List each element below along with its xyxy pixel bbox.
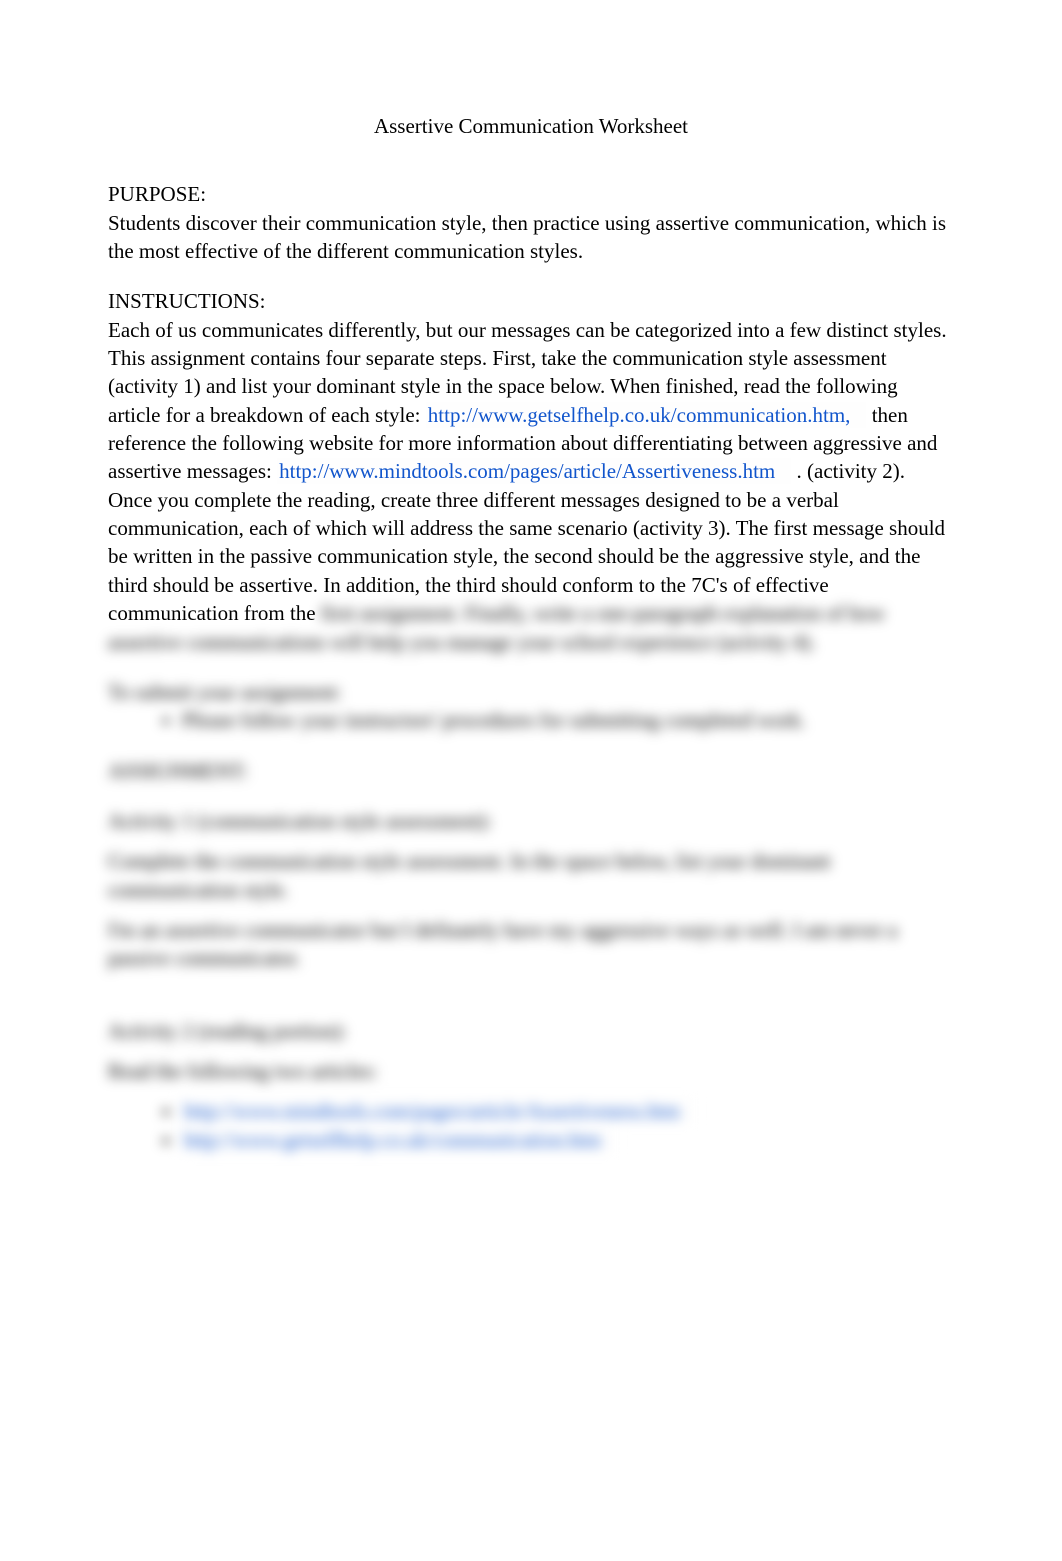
purpose-heading: PURPOSE: [108,180,954,208]
submit-heading: To submit your assignment: [108,678,954,706]
blurred-content: To submit your assignment: Please follow… [108,678,954,1154]
activity1-body: Complete the communication style assessm… [108,847,954,904]
submit-section: To submit your assignment: Please follow… [108,678,954,735]
instructions-heading: INSTRUCTIONS: [108,287,954,315]
submit-item: Please follow your instructors' procedur… [182,706,954,734]
purpose-text: Students discover their communication st… [108,209,954,266]
activity1-answer: I'm an assertive communicator but I defi… [108,916,954,973]
activity2-link-item: http://www.mindtools.com/pages/article/A… [182,1097,954,1125]
activity1-heading: Activity 1 (communication style assessme… [108,807,954,835]
link-getselfhelp[interactable]: http://www.getselfhelp.co.uk/communicati… [426,402,867,428]
assignment-heading: ASSIGNMENT: [108,757,954,785]
link-getselfhelp-2[interactable]: http://www.getselfhelp.co.uk/communicati… [182,1127,617,1153]
link-mindtools[interactable]: http://www.mindtools.com/pages/article/A… [277,458,791,484]
instructions-section: INSTRUCTIONS: Each of us communicates di… [108,287,954,655]
submit-list: Please follow your instructors' procedur… [108,706,954,734]
document-title: Assertive Communication Worksheet [108,112,954,140]
instructions-body: Each of us communicates differently, but… [108,316,954,656]
title-text: Assertive Communication Worksheet [374,114,688,138]
activity2-body: Read the following two articles: [108,1057,954,1085]
activity2-link-item: http://www.getselfhelp.co.uk/communicati… [182,1126,954,1154]
activity2-heading: Activity 2 (reading portion): [108,1017,954,1045]
purpose-section: PURPOSE: Students discover their communi… [108,180,954,265]
activity2-links: http://www.mindtools.com/pages/article/A… [108,1097,954,1154]
link-mindtools-2[interactable]: http://www.mindtools.com/pages/article/A… [182,1098,696,1124]
